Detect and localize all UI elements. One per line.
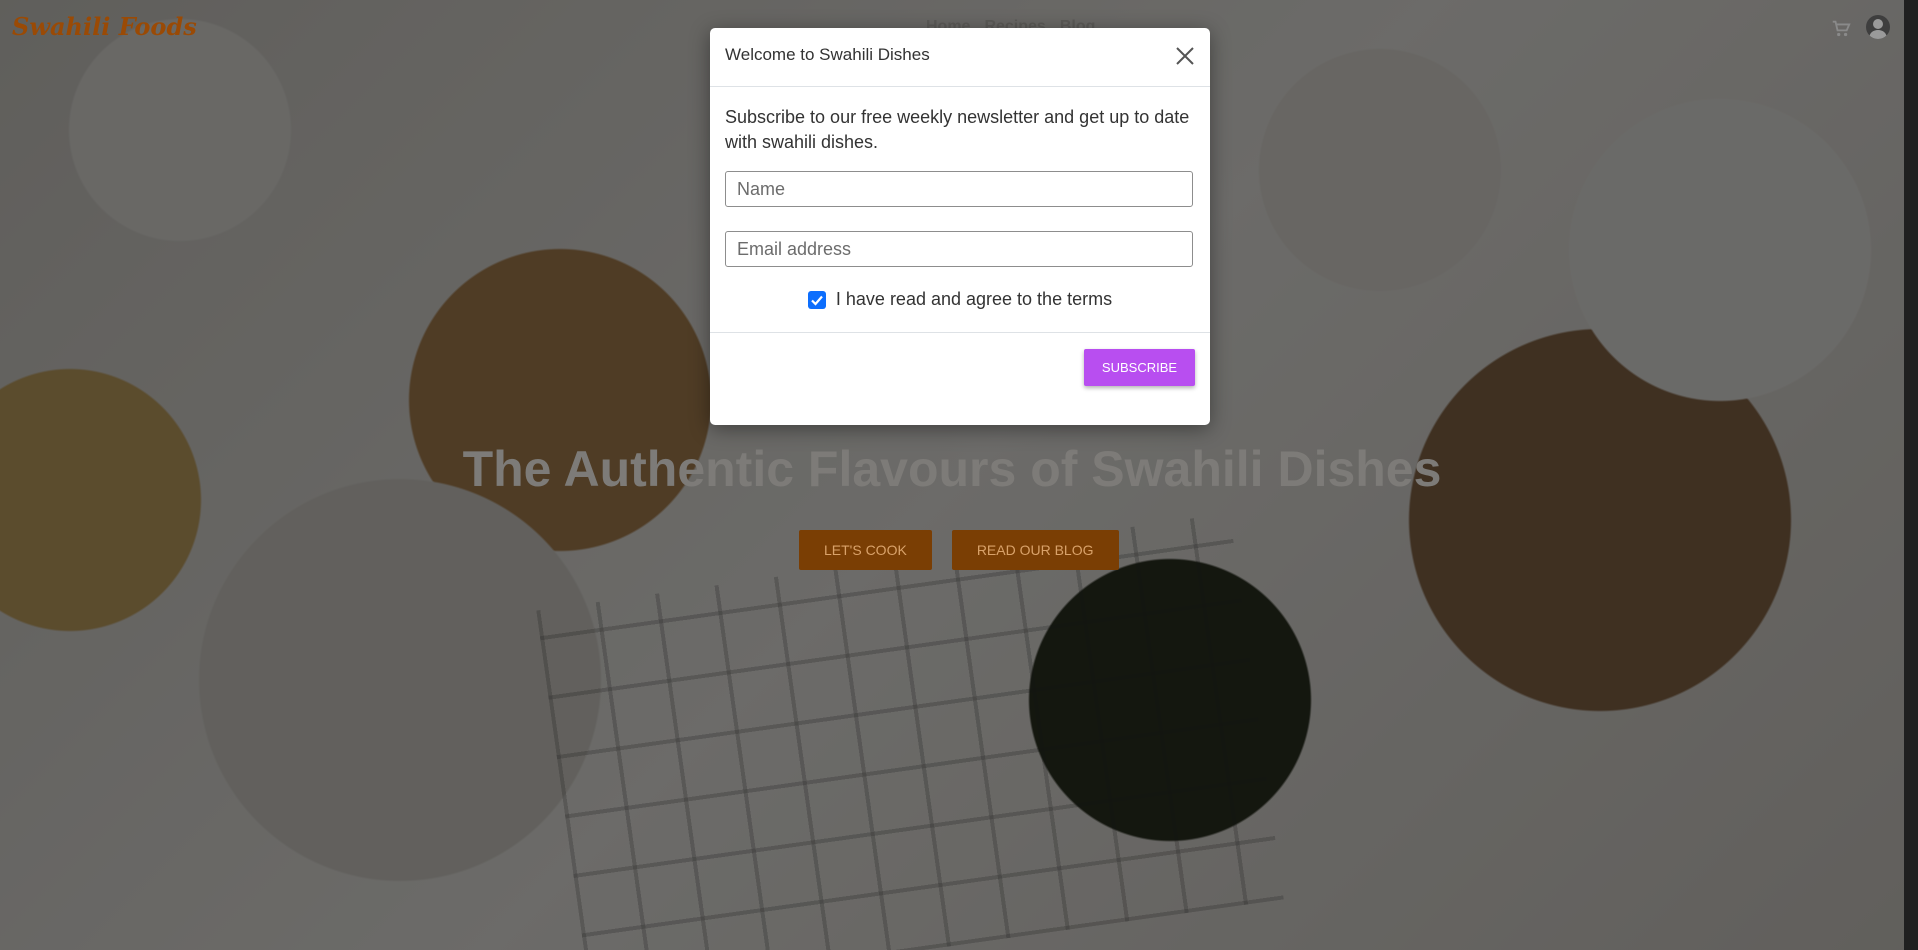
close-icon[interactable]: [1174, 45, 1196, 67]
avatar-icon[interactable]: [1866, 15, 1890, 39]
cart-icon[interactable]: [1830, 18, 1852, 40]
email-field[interactable]: [725, 231, 1193, 267]
lets-cook-button[interactable]: LET'S COOK: [799, 530, 932, 570]
terms-checkbox[interactable]: [807, 290, 826, 309]
hero-buttons: LET'S COOK READ OUR BLOG: [799, 530, 1119, 570]
modal-description: Subscribe to our free weekly newsletter …: [725, 107, 1190, 152]
modal-footer: SUBSCRIBE: [710, 332, 1210, 401]
terms-label[interactable]: I have read and agree to the terms: [836, 289, 1112, 310]
modal-title: Welcome to Swahili Dishes: [725, 45, 930, 64]
name-field[interactable]: [725, 171, 1193, 207]
newsletter-modal: Welcome to Swahili Dishes Subscribe to o…: [710, 28, 1210, 425]
subscribe-button[interactable]: SUBSCRIBE: [1084, 349, 1195, 386]
hero-subheading: The Authentic Flavours of Swahili Dishes: [462, 441, 1442, 497]
modal-header: Welcome to Swahili Dishes: [710, 28, 1210, 87]
modal-body: Subscribe to our free weekly newsletter …: [710, 87, 1210, 332]
page: Swahili Foods Home Recipes Blog Experien…: [0, 0, 1918, 950]
terms-row: I have read and agree to the terms: [725, 289, 1195, 310]
scrollbar[interactable]: [1904, 0, 1918, 950]
brand-logo[interactable]: Swahili Foods: [12, 12, 197, 41]
read-our-blog-button[interactable]: READ OUR BLOG: [951, 530, 1119, 570]
